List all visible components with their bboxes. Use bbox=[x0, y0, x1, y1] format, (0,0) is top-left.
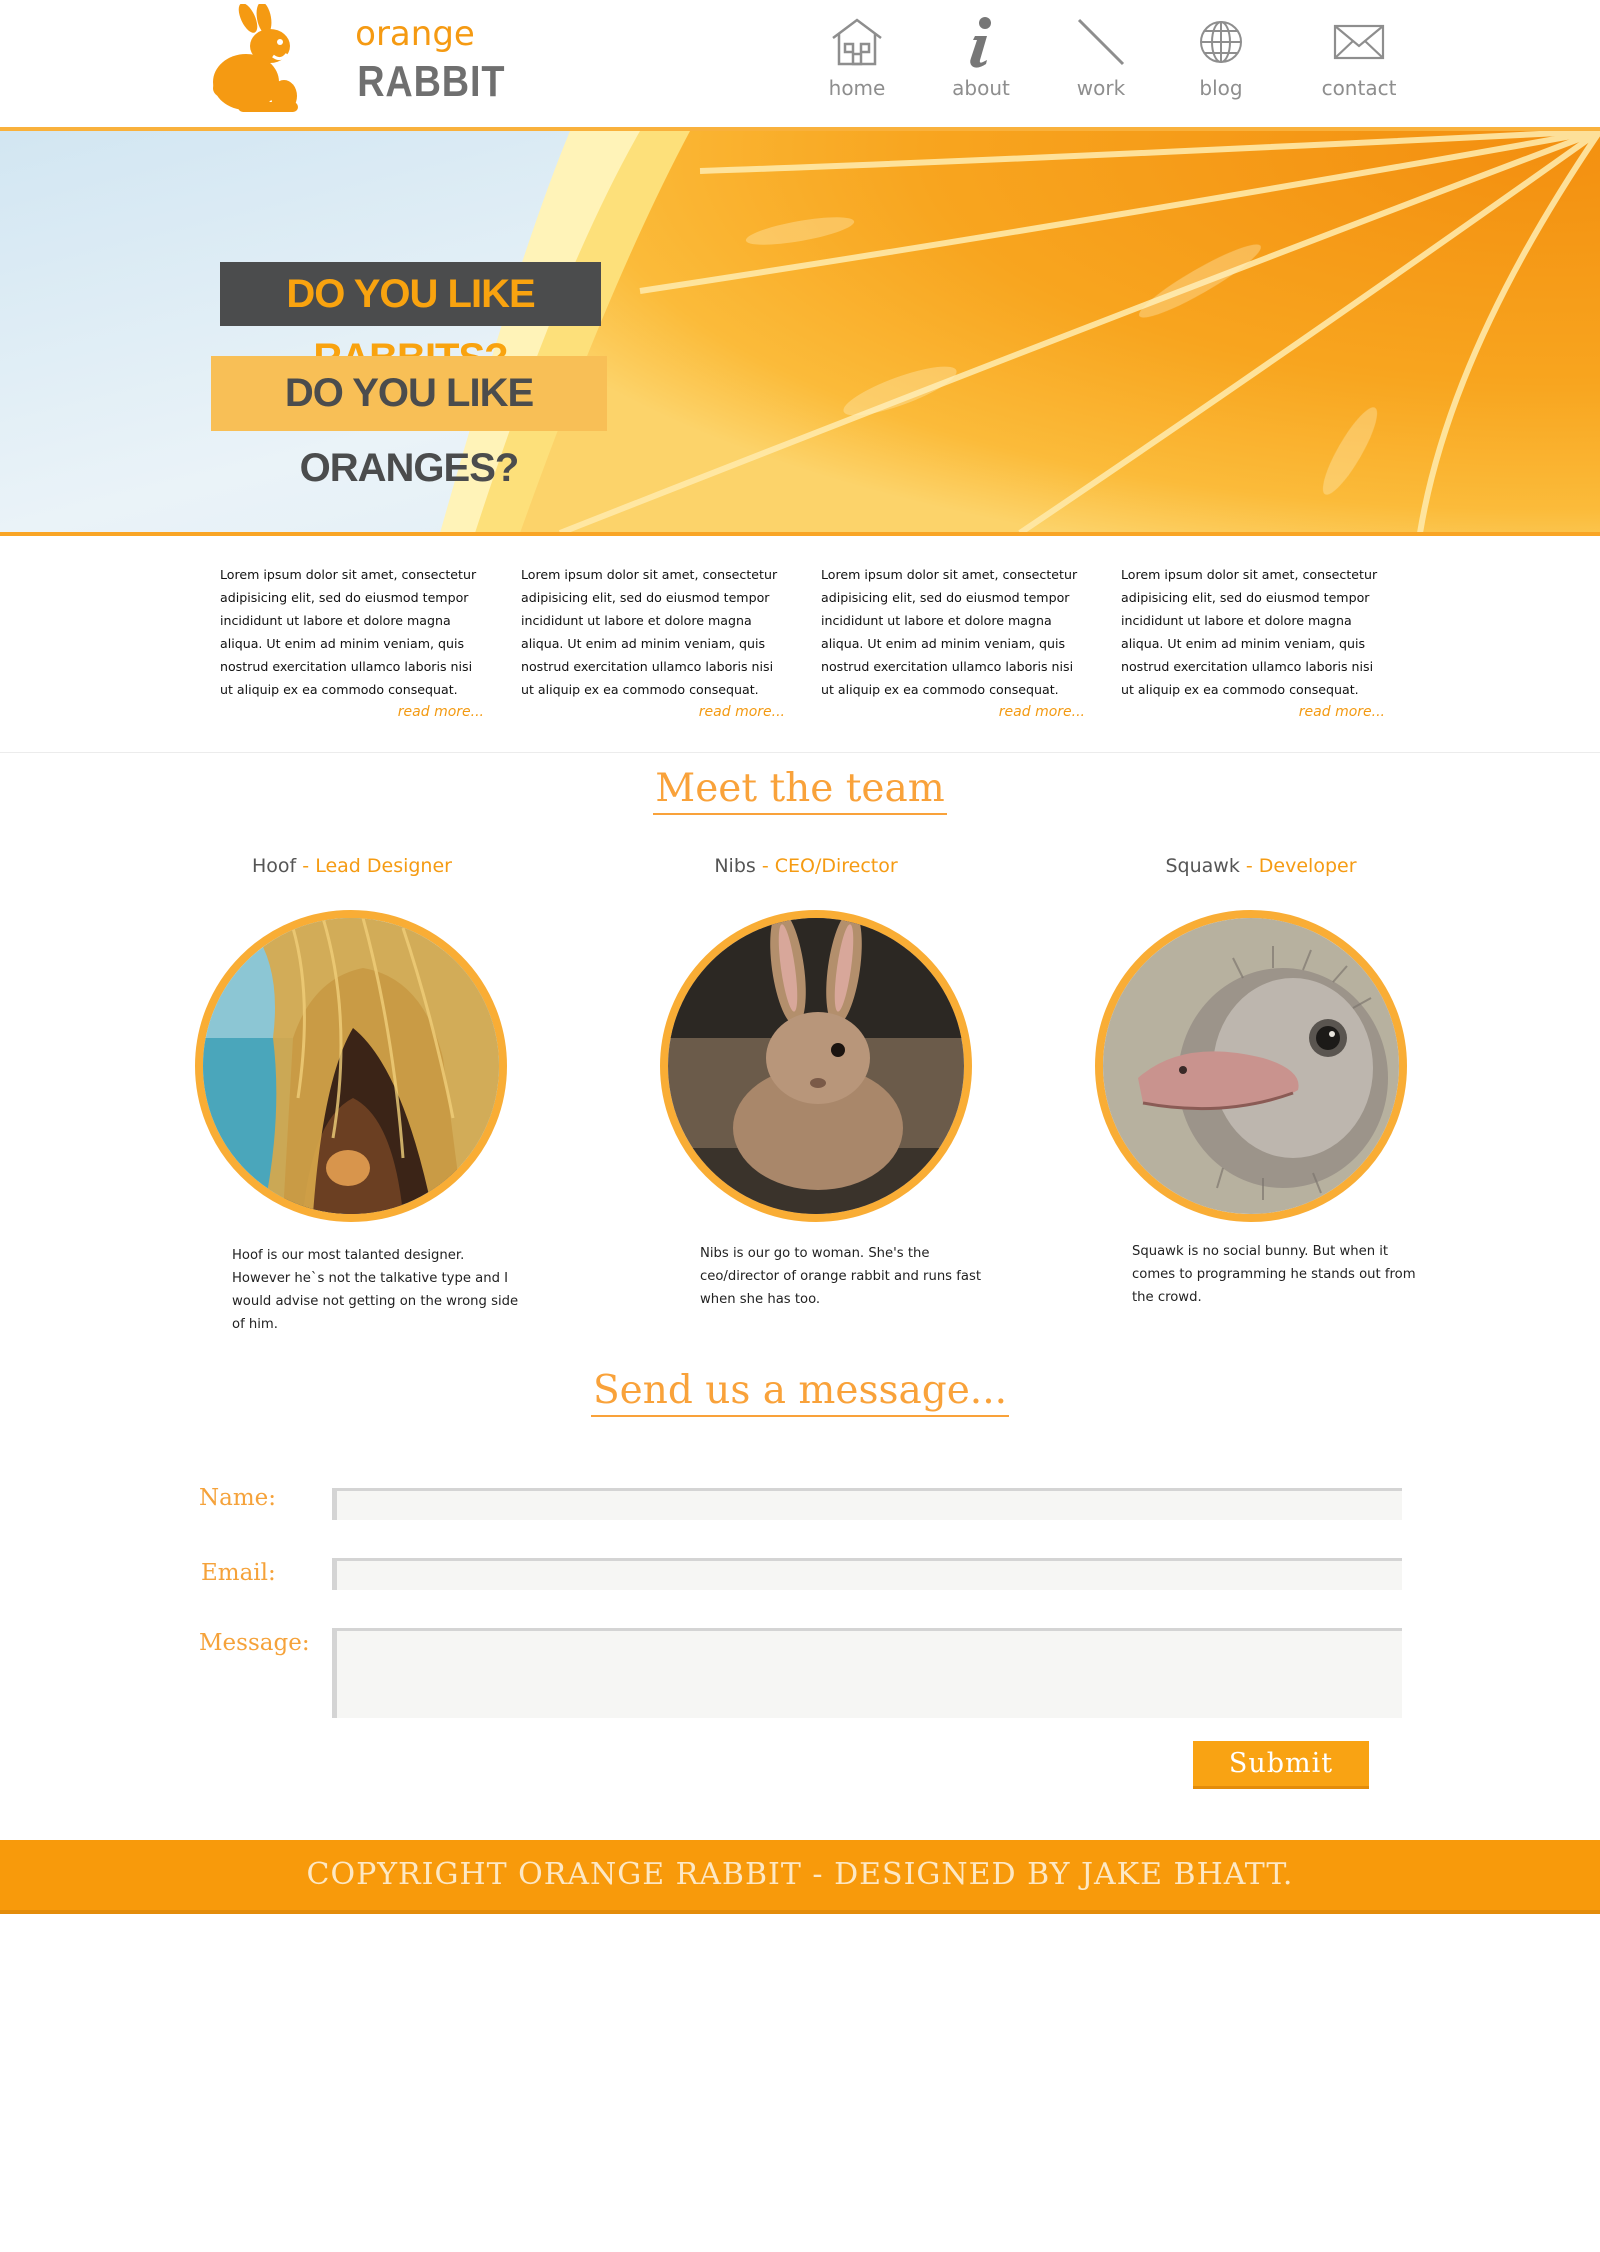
email-field[interactable] bbox=[332, 1558, 1402, 1590]
hero-headline-oranges: DO YOU LIKE ORANGES? bbox=[211, 356, 607, 490]
member-name-text: Nibs bbox=[714, 855, 756, 877]
copyright-text: COPYRIGHT ORANGE RABBIT - DESIGNED BY JA… bbox=[306, 1857, 1294, 1892]
nav-blog[interactable]: blog bbox=[1166, 14, 1276, 114]
read-more-link[interactable]: read more... bbox=[1121, 701, 1385, 724]
brand-name-top: orange bbox=[355, 14, 475, 54]
house-icon bbox=[832, 18, 882, 66]
nav-contact-label: contact bbox=[1321, 76, 1397, 100]
read-more-link[interactable]: read more... bbox=[521, 701, 785, 724]
member-bio-squawk: Squawk is no social bunny. But when it c… bbox=[1132, 1244, 1416, 1305]
member-bio-hoof: Hoof is our most talanted designer. Howe… bbox=[232, 1248, 519, 1332]
contact-section-title: Send us a message... bbox=[0, 1368, 1600, 1417]
nav-about[interactable]: about bbox=[926, 14, 1036, 114]
contact-title-text: Send us a message... bbox=[590, 1368, 1010, 1417]
member-name-squawk: Squawk - Developer bbox=[1091, 855, 1431, 877]
member-name-text: Squawk bbox=[1165, 855, 1240, 877]
pen-icon bbox=[1077, 18, 1125, 66]
avatar-nibs bbox=[660, 910, 972, 1222]
globe-icon bbox=[1200, 21, 1242, 63]
team-title-text: Meet the team bbox=[653, 766, 947, 815]
orange-slice-image bbox=[0, 131, 1600, 533]
member-name-hoof: Hoof - Lead Designer bbox=[182, 855, 522, 877]
member-separator: - bbox=[755, 855, 775, 877]
hero-headline-rabbits: DO YOU LIKE RABBITS? bbox=[220, 262, 601, 380]
rabbit-logo-icon[interactable] bbox=[210, 2, 310, 114]
member-name-text: Hoof bbox=[252, 855, 297, 877]
member-name-nibs: Nibs - CEO/Director bbox=[636, 855, 976, 877]
member-role-text: Lead Designer bbox=[315, 855, 452, 877]
submit-button[interactable]: Submit bbox=[1193, 1741, 1369, 1789]
avatar-hoof bbox=[195, 910, 507, 1222]
message-label: Message: bbox=[199, 1630, 310, 1656]
nav-blog-label: blog bbox=[1199, 76, 1243, 100]
intro-column: Lorem ipsum dolor sit amet, consectetur … bbox=[220, 563, 484, 724]
intro-column: Lorem ipsum dolor sit amet, consectetur … bbox=[1121, 563, 1385, 724]
info-icon bbox=[970, 17, 991, 68]
intro-column-text: Lorem ipsum dolor sit amet, consectetur … bbox=[1121, 567, 1378, 697]
message-field[interactable] bbox=[332, 1628, 1402, 1718]
envelope-icon bbox=[1333, 24, 1385, 60]
read-more-link[interactable]: read more... bbox=[220, 701, 484, 724]
intro-column: Lorem ipsum dolor sit amet, consectetur … bbox=[821, 563, 1085, 724]
section-divider bbox=[0, 752, 1600, 753]
name-field[interactable] bbox=[332, 1488, 1402, 1520]
member-role-text: Developer bbox=[1258, 855, 1357, 877]
hero-banner bbox=[0, 131, 1600, 533]
avatar-squawk bbox=[1095, 910, 1407, 1222]
nav-work[interactable]: work bbox=[1046, 14, 1156, 114]
intro-column-text: Lorem ipsum dolor sit amet, consectetur … bbox=[220, 567, 477, 697]
nav-work-label: work bbox=[1076, 76, 1126, 100]
name-label: Name: bbox=[199, 1485, 277, 1511]
member-separator: - bbox=[1239, 855, 1259, 877]
nav-home-label: home bbox=[828, 76, 886, 100]
nav-contact[interactable]: contact bbox=[1304, 14, 1414, 114]
member-role-text: CEO/Director bbox=[774, 855, 898, 877]
hero-divider bbox=[0, 532, 1600, 536]
member-separator: - bbox=[296, 855, 316, 877]
email-label: Email: bbox=[201, 1560, 276, 1586]
intro-column-text: Lorem ipsum dolor sit amet, consectetur … bbox=[821, 567, 1078, 697]
nav-about-label: about bbox=[952, 76, 1010, 100]
intro-column: Lorem ipsum dolor sit amet, consectetur … bbox=[521, 563, 785, 724]
nav-home[interactable]: home bbox=[802, 14, 912, 114]
team-section-title: Meet the team bbox=[0, 766, 1600, 815]
read-more-link[interactable]: read more... bbox=[821, 701, 1085, 724]
brand-name-bottom: RABBIT bbox=[357, 57, 506, 106]
site-footer: COPYRIGHT ORANGE RABBIT - DESIGNED BY JA… bbox=[0, 1840, 1600, 1914]
intro-column-text: Lorem ipsum dolor sit amet, consectetur … bbox=[521, 567, 778, 697]
member-bio-nibs: Nibs is our go to woman. She's the ceo/d… bbox=[700, 1246, 982, 1307]
